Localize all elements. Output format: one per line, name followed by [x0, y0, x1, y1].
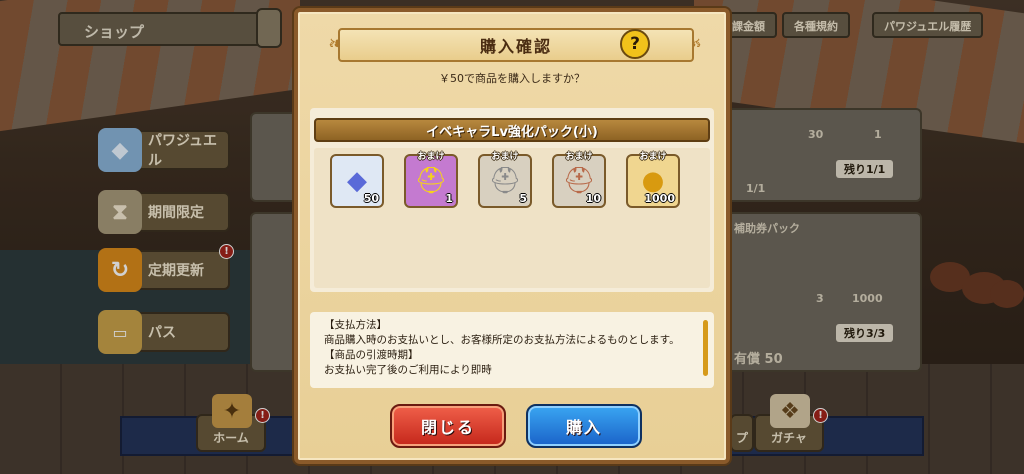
- item-jewel[interactable]: ◆ 50: [330, 154, 384, 208]
- bonus-label: おまけ: [491, 152, 519, 162]
- item-bronze-helmet[interactable]: おまけ ⛑ 10: [552, 152, 606, 208]
- dialog-title-text: 購入確認: [479, 37, 552, 56]
- pack-contents: イベキャラLv強化パック(小) ◆ 50 おまけ ⛑ 1 おまけ ⛑ 5 おまけ…: [310, 108, 714, 292]
- item-qty: 1: [445, 192, 453, 205]
- close-button[interactable]: 閉じる: [390, 404, 506, 448]
- items-area: ◆ 50 おまけ ⛑ 1 おまけ ⛑ 5 おまけ ⛑ 10 おまけ ● 1000: [314, 148, 710, 288]
- help-button[interactable]: ?: [620, 29, 650, 59]
- terms-line: 商品購入時のお支払いとし、お客様所定のお支払方法によるものとします。: [324, 334, 680, 346]
- terms-line: お支払い完了後のご利用により即時: [324, 364, 492, 376]
- item-qty: 50: [363, 192, 379, 205]
- bonus-label: おまけ: [639, 152, 667, 162]
- bonus-label: おまけ: [565, 152, 593, 162]
- item-qty: 1000: [644, 192, 675, 205]
- pack-title: イベキャラLv強化パック(小): [314, 118, 710, 142]
- item-coin[interactable]: おまけ ● 1000: [626, 152, 680, 208]
- purchase-confirm-dialog: ❧ ❧ 購入確認 ? ￥50で商品を購入しますか？ イベキャラLv強化パック(小…: [294, 8, 730, 464]
- silver-helmet-icon: ⛑: [488, 166, 522, 196]
- purchase-question: ￥50で商品を購入しますか？: [439, 72, 585, 85]
- item-gold-helmet[interactable]: おまけ ⛑ 1: [404, 152, 458, 208]
- terms-line: 【支払方法】: [324, 319, 387, 331]
- gold-helmet-icon: ⛑: [414, 166, 448, 196]
- item-qty: 10: [585, 192, 601, 205]
- buy-button[interactable]: 購入: [526, 404, 642, 448]
- terms-text-box[interactable]: 【支払方法】 商品購入時のお支払いとし、お客様所定のお支払方法によるものとします…: [310, 312, 714, 388]
- bonus-label: おまけ: [417, 152, 445, 162]
- item-silver-helmet[interactable]: おまけ ⛑ 5: [478, 152, 532, 208]
- item-qty: 5: [519, 192, 527, 205]
- terms-scrollbar[interactable]: [703, 320, 708, 376]
- terms-line: 【商品の引渡時期】: [324, 349, 419, 361]
